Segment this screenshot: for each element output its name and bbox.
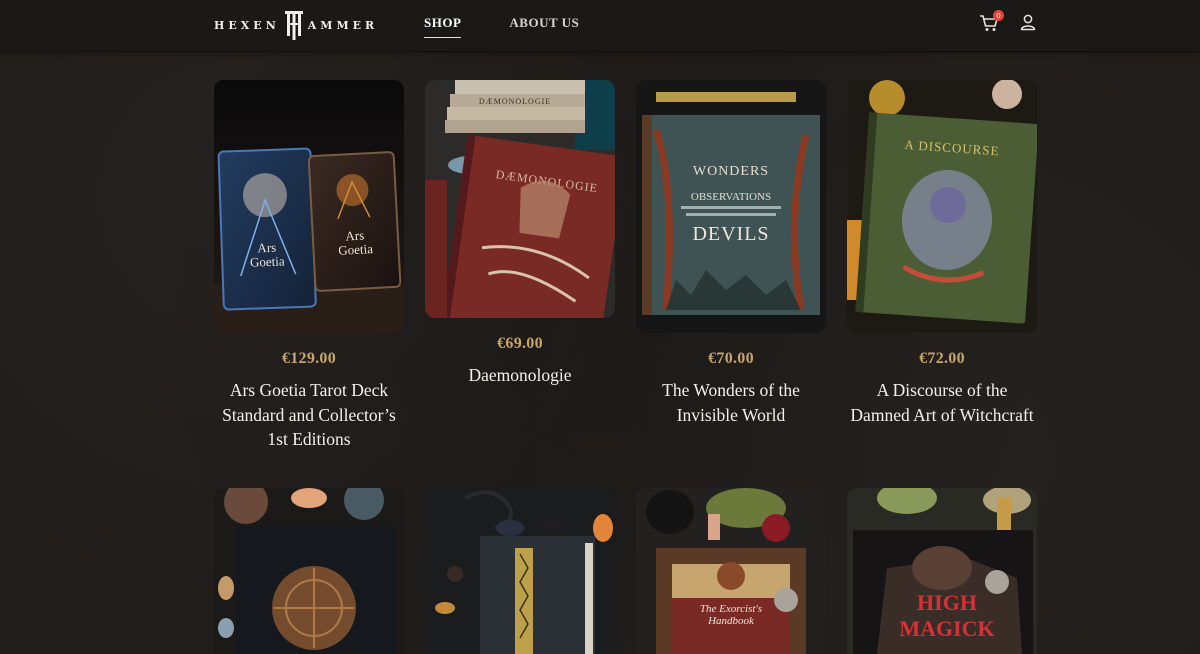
p1-spine-text: DÆMONOLOGIE [479,97,551,106]
product-price: €129.00 [281,350,337,367]
product-image[interactable]: The Exorcist's Handbook [636,488,826,654]
product-image[interactable]: A DISCOURSE [847,80,1037,333]
product-title[interactable]: A Discourse of the Damned Art of Witchcr… [847,378,1037,427]
product-card[interactable]: Ars Goetia Ars Goetia €129.00 Ars Goetia… [214,80,404,452]
product-card[interactable]: DÆMONOLOGIE DÆMONOLOGIE €69.00 Daemonolo… [425,80,615,388]
p6-line1-text: The Exorcist's [700,603,762,615]
p2-line3-text: DEVILS [692,223,769,245]
user-icon[interactable] [1019,13,1037,31]
p2-line2-text: OBSERVATIONS [691,191,771,203]
cart-count-badge: 0 [993,10,1004,21]
p0-card1b-text: Goetia [250,253,285,269]
site-logo[interactable]: HEXEN AMMER [214,8,378,42]
product-card[interactable]: WONDERS OBSERVATIONS DEVILS €70.00 The W… [636,80,826,427]
product-image[interactable] [214,488,404,654]
nav-shop[interactable]: SHOP [424,15,462,38]
hammer-logo-icon [284,11,303,40]
product-title[interactable]: The Wonders of the Invisible World [636,378,826,427]
product-card[interactable] [214,488,404,654]
p0-card2b-text: Goetia [338,241,374,258]
product-title[interactable]: Daemonologie [425,363,615,388]
p7-line1-text: HIGH [917,590,977,615]
product-title[interactable]: Ars Goetia Tarot Deck Standard and Colle… [214,378,404,452]
product-price: €70.00 [708,350,754,367]
product-card[interactable]: HIGH MAGICK [847,488,1037,654]
product-image[interactable]: HIGH MAGICK [847,488,1037,654]
main-nav: SHOP ABOUT US [424,15,579,38]
product-image[interactable] [425,488,615,654]
product-image[interactable]: WONDERS OBSERVATIONS DEVILS [636,80,826,333]
nav-about-us[interactable]: ABOUT US [509,15,579,38]
product-card[interactable]: A DISCOURSE €72.00 A Discourse of the Da… [847,80,1037,427]
product-card[interactable] [425,488,615,654]
product-image[interactable]: DÆMONOLOGIE DÆMONOLOGIE [425,80,615,318]
product-card[interactable]: The Exorcist's Handbook [636,488,826,654]
p6-line2-text: Handbook [707,615,755,627]
product-image[interactable]: Ars Goetia Ars Goetia [214,80,404,333]
p2-line1-text: WONDERS [693,164,769,179]
site-header: HEXEN AMMER SHOP ABOUT US 0 [0,0,1200,52]
product-price: €69.00 [497,335,543,352]
logo-text-right: AMMER [307,18,379,32]
logo-text-left: HEXEN [214,18,280,32]
product-price: €72.00 [919,350,965,367]
p7-line2-text: MAGICK [899,616,994,641]
